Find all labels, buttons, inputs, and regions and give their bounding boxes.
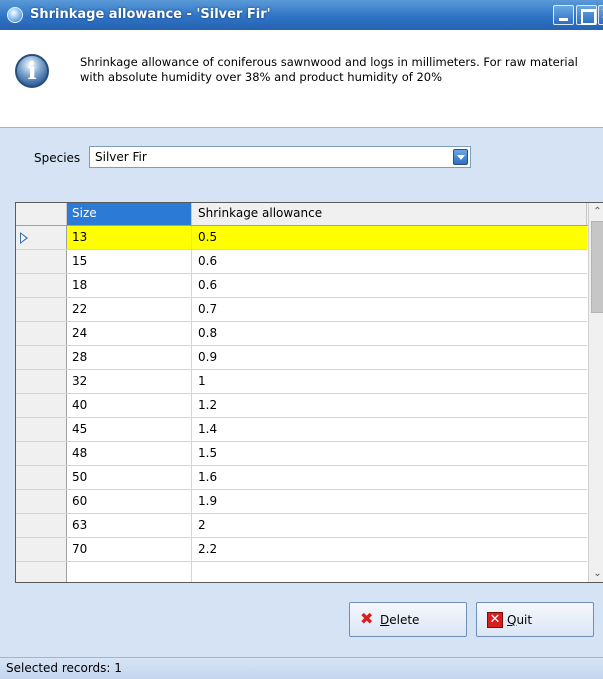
cell-shrinkage[interactable]: 1.6 — [192, 466, 587, 489]
cell-shrinkage[interactable]: 1.2 — [192, 394, 587, 417]
cell-shrinkage[interactable] — [192, 562, 587, 582]
cell-shrinkage[interactable]: 0.5 — [192, 226, 587, 249]
row-selector[interactable] — [16, 298, 67, 321]
table-row[interactable]: 45 1.4 — [16, 418, 587, 442]
vertical-scrollbar[interactable]: ⌃ ⌄ — [588, 203, 603, 582]
row-selector[interactable] — [16, 322, 67, 345]
row-selector[interactable] — [16, 418, 67, 441]
cell-size[interactable]: 70 — [67, 538, 192, 561]
table-row[interactable]: 50 1.6 — [16, 466, 587, 490]
row-selector[interactable] — [16, 562, 67, 582]
cell-size[interactable]: 60 — [67, 490, 192, 513]
column-header-shrinkage[interactable]: Shrinkage allowance — [192, 203, 587, 225]
status-text: Selected records: 1 — [6, 661, 122, 675]
row-selector[interactable] — [16, 538, 67, 561]
delete-icon: ✖ — [360, 609, 374, 628]
table-row[interactable] — [16, 562, 587, 582]
table-row[interactable]: 22 0.7 — [16, 298, 587, 322]
minimize-button[interactable] — [553, 5, 574, 25]
cell-size[interactable]: 48 — [67, 442, 192, 465]
row-selector[interactable] — [16, 514, 67, 537]
cell-shrinkage[interactable]: 1.5 — [192, 442, 587, 465]
scroll-thumb[interactable] — [591, 221, 603, 313]
cell-size[interactable]: 24 — [67, 322, 192, 345]
row-selector[interactable] — [16, 466, 67, 489]
cell-size[interactable]: 40 — [67, 394, 192, 417]
row-selector[interactable] — [16, 226, 67, 249]
quit-button-label: Quit — [507, 613, 533, 627]
info-panel: i Shrinkage allowance of coniferous sawn… — [0, 30, 603, 128]
quit-button[interactable]: ✕ Quit — [476, 602, 594, 637]
cell-size[interactable]: 50 — [67, 466, 192, 489]
table-row[interactable]: 48 1.5 — [16, 442, 587, 466]
table-row[interactable]: 40 1.2 — [16, 394, 587, 418]
table-row[interactable]: 13 0.5 — [16, 226, 587, 250]
row-selector[interactable] — [16, 274, 67, 297]
cell-size[interactable]: 45 — [67, 418, 192, 441]
table-row[interactable]: 15 0.6 — [16, 250, 587, 274]
info-icon: i — [15, 54, 49, 88]
quit-icon: ✕ — [487, 612, 503, 628]
cell-shrinkage[interactable]: 1 — [192, 370, 587, 393]
status-bar: Selected records: 1 — [0, 657, 603, 679]
delete-button[interactable]: ✖ Delete — [349, 602, 467, 637]
cell-shrinkage[interactable]: 2.2 — [192, 538, 587, 561]
cell-size[interactable]: 18 — [67, 274, 192, 297]
cell-shrinkage[interactable]: 2 — [192, 514, 587, 537]
table-row[interactable]: 63 2 — [16, 514, 587, 538]
row-selector[interactable] — [16, 442, 67, 465]
scroll-down-icon[interactable]: ⌄ — [589, 565, 603, 582]
dialog-window: Shrinkage allowance - 'Silver Fir' i Shr… — [0, 0, 603, 679]
close-button[interactable] — [598, 3, 603, 25]
cell-shrinkage[interactable]: 1.9 — [192, 490, 587, 513]
species-value: Silver Fir — [95, 150, 147, 164]
scroll-up-icon[interactable]: ⌃ — [589, 203, 603, 220]
cell-size[interactable]: 13 — [67, 226, 192, 249]
cell-size[interactable]: 22 — [67, 298, 192, 321]
cell-shrinkage[interactable]: 0.9 — [192, 346, 587, 369]
table-row[interactable]: 32 1 — [16, 370, 587, 394]
cell-size[interactable]: 15 — [67, 250, 192, 273]
app-icon — [7, 7, 23, 23]
title-bar[interactable]: Shrinkage allowance - 'Silver Fir' — [0, 0, 603, 30]
cell-shrinkage[interactable]: 0.8 — [192, 322, 587, 345]
cell-shrinkage[interactable]: 0.6 — [192, 250, 587, 273]
row-selector[interactable] — [16, 490, 67, 513]
cell-shrinkage[interactable]: 0.7 — [192, 298, 587, 321]
species-label: Species — [34, 151, 81, 165]
cell-size[interactable]: 28 — [67, 346, 192, 369]
table-row[interactable]: 24 0.8 — [16, 322, 587, 346]
cell-size[interactable]: 32 — [67, 370, 192, 393]
info-text: Shrinkage allowance of coniferous sawnwo… — [80, 55, 578, 84]
cell-size[interactable]: 63 — [67, 514, 192, 537]
chevron-down-icon[interactable] — [453, 149, 468, 165]
grid-header: Size Shrinkage allowance — [16, 203, 603, 226]
grid-rows: 13 0.5 15 0.6 18 0.6 22 0.7 24 0.8 28 0.9 32 1 40 1.2 45… — [16, 226, 587, 582]
row-selector[interactable] — [16, 250, 67, 273]
cell-size[interactable] — [67, 562, 192, 582]
current-row-icon — [20, 232, 28, 244]
species-dropdown[interactable]: Silver Fir — [89, 146, 471, 168]
table-row[interactable]: 18 0.6 — [16, 274, 587, 298]
row-selector[interactable] — [16, 394, 67, 417]
maximize-button[interactable] — [576, 5, 597, 25]
table-row[interactable]: 28 0.9 — [16, 346, 587, 370]
delete-button-label: Delete — [380, 613, 420, 627]
table-row[interactable]: 70 2.2 — [16, 538, 587, 562]
shrinkage-grid[interactable]: Size Shrinkage allowance 13 0.5 15 0.6 18 0.6… — [15, 202, 603, 583]
column-header-size[interactable]: Size — [67, 203, 192, 225]
cell-shrinkage[interactable]: 1.4 — [192, 418, 587, 441]
cell-shrinkage[interactable]: 0.6 — [192, 274, 587, 297]
row-selector[interactable] — [16, 346, 67, 369]
row-selector[interactable] — [16, 370, 67, 393]
table-row[interactable]: 60 1.9 — [16, 490, 587, 514]
window-title: Shrinkage allowance - 'Silver Fir' — [30, 7, 271, 22]
row-header-corner — [16, 203, 67, 225]
